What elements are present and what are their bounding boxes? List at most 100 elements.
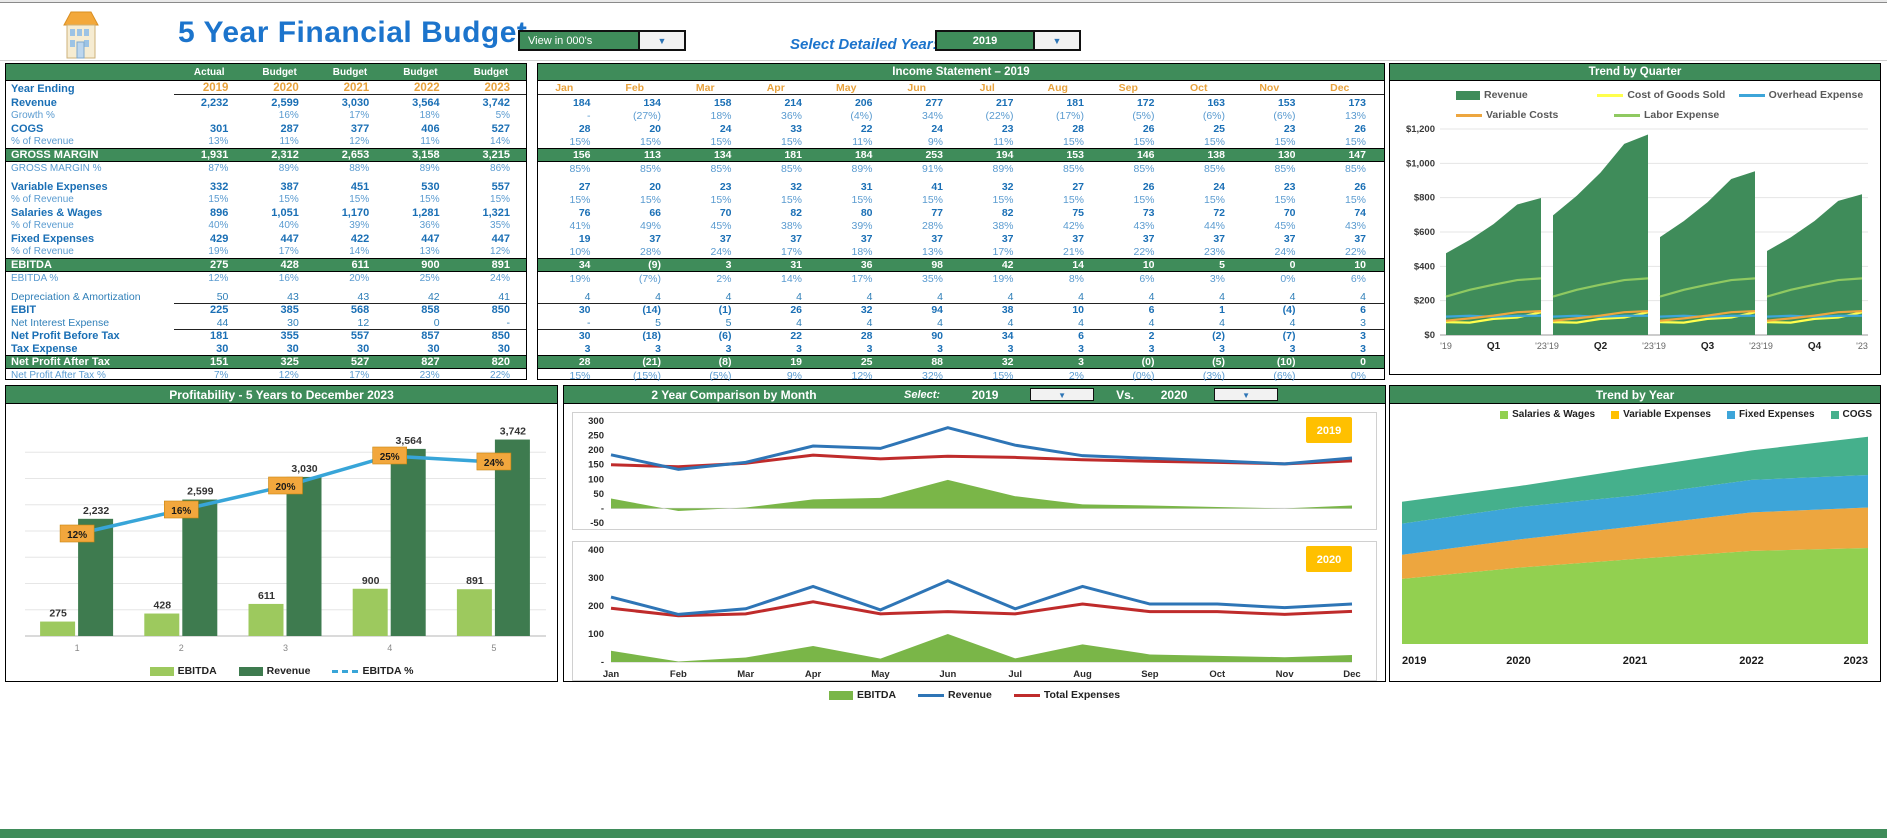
table-cell: 15% — [961, 370, 1032, 382]
table-cell: 9% — [891, 136, 962, 148]
trend-by-quarter-panel: Trend by Quarter Revenue Cost of Goods S… — [1389, 63, 1881, 375]
table-cell: 40% — [174, 220, 244, 231]
income-row-of-revenue: 10%28%24%17%18%13%17%21%22%23%24%22% — [538, 245, 1384, 258]
table-cell: 45% — [1243, 220, 1314, 232]
table-cell: 37 — [1032, 233, 1103, 245]
table-cell: 611 — [315, 259, 385, 271]
table-cell: 4 — [1173, 317, 1244, 329]
table-cell: 24 — [679, 123, 750, 135]
detail-year-dropdown[interactable]: 2019 ▼ — [935, 30, 1081, 51]
table-cell: 23% — [1173, 246, 1244, 258]
svg-text:$1,200: $1,200 — [1406, 124, 1435, 135]
table-cell: 447 — [244, 233, 314, 245]
table-cell: 217 — [961, 97, 1032, 109]
table-cell: 37 — [891, 233, 962, 245]
table-cell: 50 — [174, 291, 244, 303]
table-cell: 858 — [385, 303, 455, 316]
table-cell: 4 — [1102, 317, 1173, 329]
table-cell: 3,158 — [385, 149, 455, 161]
comparison-year1-dropdown-arrow-icon[interactable]: ▼ — [1030, 388, 1094, 401]
table-cell: 44 — [174, 317, 244, 329]
table-cell: (9) — [609, 259, 680, 271]
table-cell: 253 — [891, 149, 962, 161]
table-cell: 43% — [1314, 220, 1385, 232]
table-cell: 10 — [1314, 259, 1385, 271]
row-label: COGS — [6, 123, 174, 135]
table-cell: 406 — [385, 123, 455, 135]
svg-text:2020: 2020 — [1317, 554, 1341, 566]
table-cell: 89% — [820, 163, 891, 175]
table-cell: 15% — [456, 194, 526, 205]
table-cell: 32 — [750, 181, 821, 193]
table-cell: 4 — [1032, 317, 1103, 329]
summary-row-growth: Growth %16%17%18%5% — [6, 109, 526, 122]
comparison-year2-dropdown-arrow-icon[interactable]: ▼ — [1214, 388, 1278, 401]
svg-text:1: 1 — [75, 643, 80, 653]
table-cell: 98 — [891, 259, 962, 271]
table-cell: 28 — [1032, 123, 1103, 135]
table-cell: 15% — [1102, 136, 1173, 148]
table-cell: 2,653 — [315, 149, 385, 161]
legend-label: Revenue — [1484, 89, 1528, 101]
table-cell: 0 — [1314, 356, 1385, 368]
table-cell: 3 — [1102, 343, 1173, 355]
income-row-revenue: 184134158214206277217181172163153173 — [538, 96, 1384, 109]
table-cell: - — [538, 317, 609, 329]
svg-text:Jun: Jun — [939, 669, 956, 680]
fixed-swatch-icon — [1727, 411, 1735, 419]
svg-text:Q1: Q1 — [1487, 341, 1501, 352]
table-cell: 85% — [538, 163, 609, 175]
table-cell: 557 — [456, 181, 526, 193]
svg-text:May: May — [871, 669, 890, 680]
table-cell: 13% — [1314, 110, 1385, 122]
profitability-panel: Profitability - 5 Years to December 2023… — [5, 385, 558, 682]
legend-label: Variable Expenses — [1623, 409, 1711, 420]
income-row-of-revenue: 15%15%15%15%11%9%11%15%15%15%15%15% — [538, 135, 1384, 148]
table-cell: 19% — [961, 273, 1032, 285]
table-cell: 12% — [456, 246, 526, 257]
table-cell: 15% — [1173, 194, 1244, 206]
table-cell: 377 — [315, 123, 385, 135]
table-cell: 39% — [820, 220, 891, 232]
table-cell: 527 — [315, 356, 385, 368]
detail-year-dropdown-arrow-icon[interactable]: ▼ — [1033, 32, 1079, 49]
table-cell: 42 — [385, 291, 455, 303]
table-cell: 85% — [679, 163, 750, 175]
month-header: Aug — [1032, 82, 1103, 95]
table-cell: 19 — [750, 356, 821, 368]
bottom-accent-bar — [0, 829, 1887, 838]
table-cell: 73 — [1102, 207, 1173, 219]
table-cell: (22%) — [961, 110, 1032, 122]
table-cell: 15% — [1314, 194, 1385, 206]
table-cell: 158 — [679, 97, 750, 109]
table-cell: 4 — [961, 317, 1032, 329]
table-cell: 4 — [1032, 291, 1103, 303]
table-cell: 35% — [456, 220, 526, 231]
row-label: % of Revenue — [6, 194, 174, 205]
table-cell: 12 — [315, 317, 385, 329]
table-cell: 24 — [891, 123, 962, 135]
table-cell: 85% — [1102, 163, 1173, 175]
ebitda-swatch-icon — [150, 667, 174, 676]
income-row-tax-expense: 333333333333 — [538, 342, 1384, 355]
table-cell: 16% — [244, 110, 314, 121]
view-units-dropdown[interactable]: View in 000's ▼ — [518, 30, 686, 51]
table-cell: (14) — [609, 303, 680, 316]
labor-swatch-icon — [1614, 114, 1640, 117]
table-cell: 25 — [820, 356, 891, 368]
table-cell: 2,599 — [244, 97, 314, 109]
trend-by-year-chart: 20192020202120222023 — [1394, 420, 1876, 672]
table-cell: 172 — [1102, 97, 1173, 109]
row-label: Revenue — [6, 97, 174, 109]
month-header: Jun — [891, 82, 962, 95]
table-cell: 3 — [609, 343, 680, 355]
summary-col-header: Budget — [315, 67, 385, 78]
table-cell: 15% — [679, 136, 750, 148]
svg-text:2: 2 — [179, 643, 184, 653]
table-cell: 32 — [961, 356, 1032, 368]
legend-label: Revenue — [948, 689, 992, 701]
summary-row-variable-expenses: Variable Expenses332387451530557 — [6, 180, 526, 193]
table-cell: 163 — [1173, 97, 1244, 109]
table-cell: 37 — [609, 233, 680, 245]
view-units-dropdown-arrow-icon[interactable]: ▼ — [638, 32, 684, 49]
